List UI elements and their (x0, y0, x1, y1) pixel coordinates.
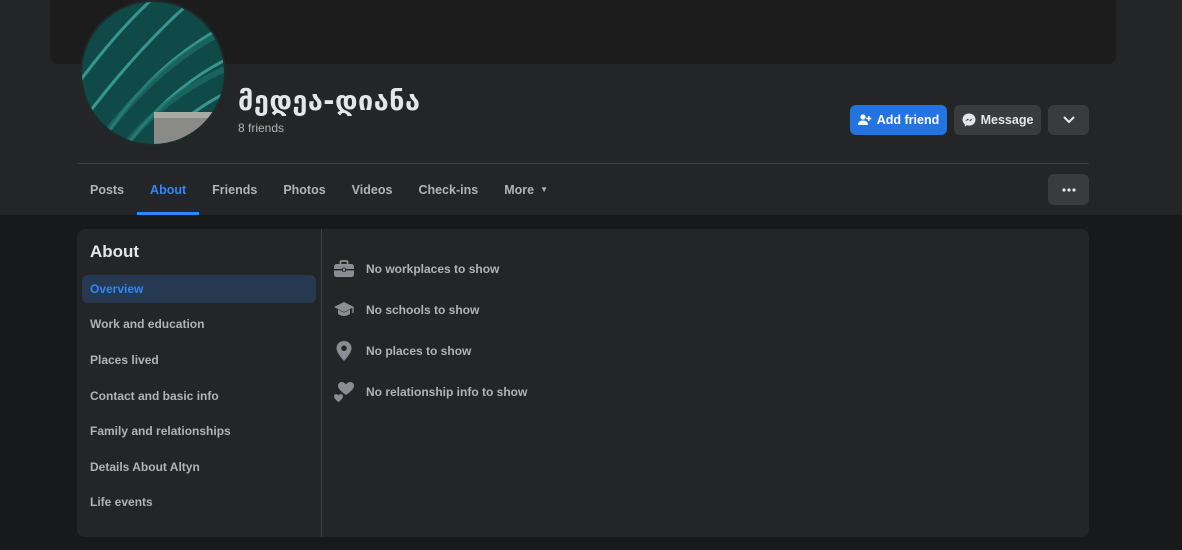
profile-name: მედეა-დიანა (238, 86, 421, 117)
about-card: About Overview Work and education Places… (77, 229, 1089, 537)
about-menu-overview[interactable]: Overview (82, 275, 316, 303)
about-menu-label: Places lived (90, 353, 159, 367)
tab-label: Posts (90, 182, 125, 197)
overview-row-places: No places to show (333, 340, 471, 362)
about-menu-label: Family and relationships (90, 424, 231, 438)
about-menu-family[interactable]: Family and relationships (82, 417, 316, 445)
about-menu-label: Life events (90, 495, 153, 509)
about-menu-label: Overview (90, 282, 144, 296)
tab-label: Friends (212, 182, 258, 197)
about-sidebar: About Overview Work and education Places… (77, 229, 322, 537)
about-menu-label: Details About Altyn (90, 460, 200, 474)
messenger-icon (962, 113, 976, 127)
tab-posts[interactable]: Posts (77, 164, 137, 215)
about-menu-life-events[interactable]: Life events (82, 488, 316, 516)
tab-label: Check-ins (418, 182, 479, 197)
briefcase-icon (333, 258, 355, 280)
tab-friends[interactable]: Friends (199, 164, 270, 215)
add-friend-label: Add friend (876, 113, 940, 127)
about-menu-details[interactable]: Details About Altyn (82, 453, 316, 481)
relationship-text: No relationship info to show (366, 385, 528, 399)
tab-label: Photos (283, 182, 326, 197)
profile-avatar[interactable] (80, 0, 226, 146)
profile-options-dropdown[interactable] (1048, 105, 1089, 135)
about-menu-places-lived[interactable]: Places lived (82, 346, 316, 374)
friends-count[interactable]: 8 friends (238, 121, 284, 135)
more-options-button[interactable] (1048, 174, 1089, 205)
tab-more[interactable]: More ▼ (491, 164, 561, 215)
add-friend-button[interactable]: Add friend (850, 105, 947, 135)
location-pin-icon (333, 340, 355, 362)
workplaces-text: No workplaces to show (366, 262, 500, 276)
graduation-cap-icon (333, 299, 355, 321)
tab-label: About (150, 182, 187, 197)
about-menu-work-education[interactable]: Work and education (82, 310, 316, 338)
overview-row-workplaces: No workplaces to show (333, 258, 499, 280)
overview-row-relationship: No relationship info to show (333, 381, 527, 403)
places-text: No places to show (366, 344, 472, 358)
about-menu-label: Work and education (90, 317, 205, 331)
tab-videos[interactable]: Videos (339, 164, 406, 215)
tab-label: Videos (351, 182, 393, 197)
caret-down-icon: ▼ (540, 185, 548, 194)
message-label: Message (980, 113, 1034, 127)
chevron-down-icon (1063, 116, 1074, 124)
about-menu-contact-info[interactable]: Contact and basic info (82, 382, 316, 410)
profile-tabs: Posts About Friends Photos Videos Check-… (77, 164, 561, 215)
about-menu-label: Contact and basic info (90, 389, 219, 403)
hearts-icon (333, 381, 355, 403)
about-title: About (90, 242, 140, 261)
tab-photos[interactable]: Photos (270, 164, 338, 215)
schools-text: No schools to show (366, 303, 480, 317)
ellipsis-icon (1061, 187, 1076, 192)
message-button[interactable]: Message (954, 105, 1041, 135)
overview-row-schools: No schools to show (333, 299, 479, 321)
tab-check-ins[interactable]: Check-ins (405, 164, 491, 215)
tab-label: More (504, 182, 535, 197)
tab-about[interactable]: About (137, 164, 200, 215)
add-person-icon (857, 114, 872, 125)
